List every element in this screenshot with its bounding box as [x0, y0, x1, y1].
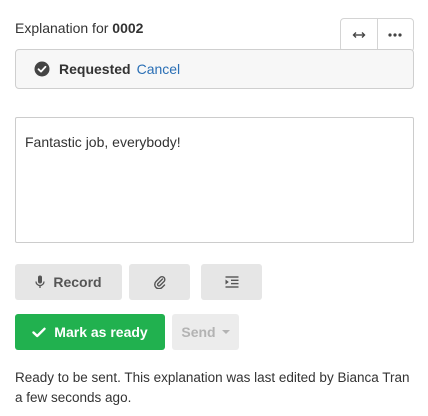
indent-button[interactable]	[201, 264, 262, 300]
record-label: Record	[53, 274, 102, 290]
status-label: Requested	[59, 61, 131, 77]
expand-button[interactable]	[341, 19, 377, 51]
checkmark-icon	[32, 327, 46, 337]
mark-as-ready-button[interactable]: Mark as ready	[15, 314, 165, 350]
attach-button[interactable]	[129, 264, 190, 300]
more-options-button[interactable]	[376, 19, 414, 51]
explanation-textarea[interactable]: Fantastic job, everybody!	[15, 117, 414, 243]
caret-down-icon	[221, 330, 230, 334]
microphone-icon	[35, 275, 46, 288]
title-prefix: Explanation for	[15, 20, 109, 36]
record-button[interactable]: Record	[15, 264, 122, 300]
top-actions-group	[340, 18, 414, 52]
more-options-icon	[388, 33, 402, 37]
status-box: Requested Cancel	[15, 49, 414, 89]
page-title: Explanation for 0002	[15, 20, 143, 36]
expand-horizontal-icon	[352, 32, 366, 38]
status-footer-text: Ready to be sent. This explanation was l…	[15, 370, 410, 405]
paperclip-icon	[153, 275, 166, 289]
indent-icon	[225, 276, 238, 288]
cancel-link[interactable]: Cancel	[137, 61, 181, 77]
title-id: 0002	[112, 20, 144, 36]
mark-as-ready-label: Mark as ready	[54, 324, 148, 340]
send-label: Send	[181, 324, 216, 340]
send-button[interactable]: Send	[172, 314, 239, 350]
check-circle-icon	[34, 61, 50, 77]
